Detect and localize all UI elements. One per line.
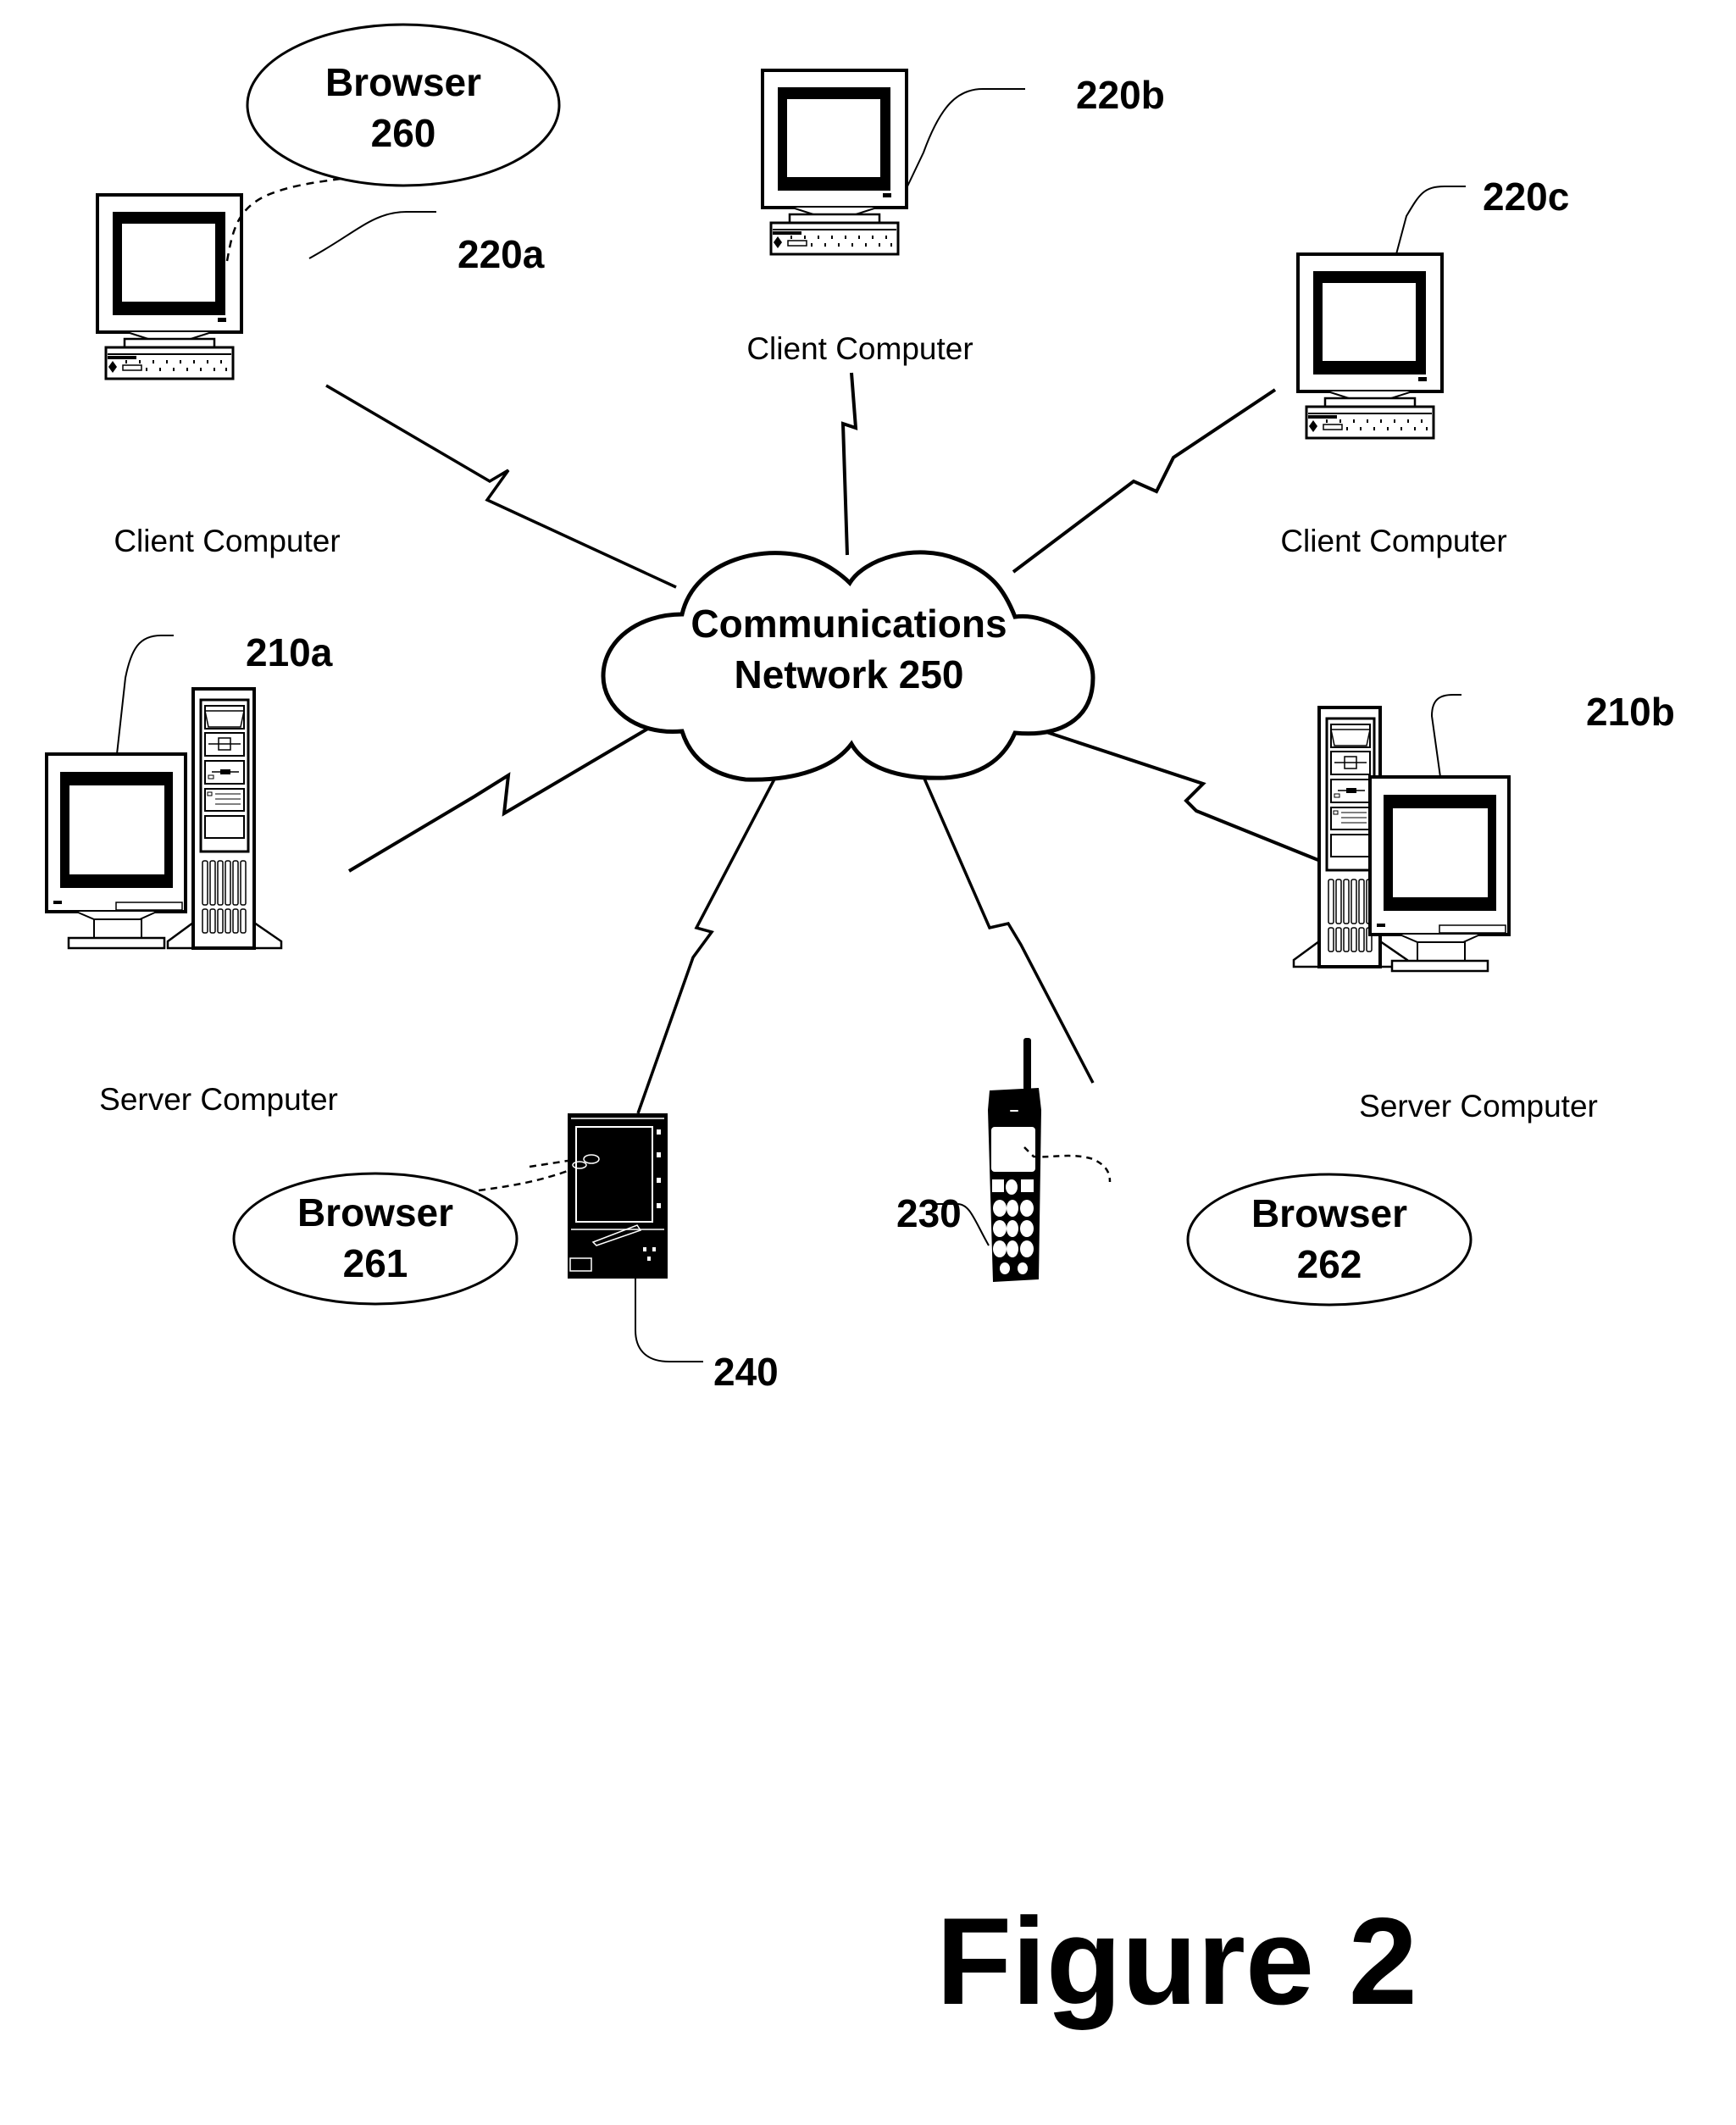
client-computer-220c: 220c Client Computer <box>1280 175 1569 558</box>
pda-icon <box>563 1113 668 1279</box>
ref-label-210a: 210a <box>246 630 333 674</box>
server-label-210b: Server Computer <box>1359 1089 1598 1124</box>
client-computer-220b: 220b Client Computer <box>746 69 1165 366</box>
monitor-icon <box>1368 775 1511 973</box>
browser-262-line1: Browser <box>1251 1191 1407 1235</box>
ref-label-230: 230 <box>896 1191 962 1235</box>
ref-label-220a: 220a <box>458 232 545 276</box>
browser-260: Browser 260 <box>225 23 561 262</box>
browser-261: Browser 261 <box>232 1169 568 1306</box>
link-210a <box>347 714 671 873</box>
client-label-220a: Client Computer <box>114 524 340 558</box>
mobile-phone-icon <box>988 1038 1041 1282</box>
server-label-210a: Server Computer <box>99 1082 338 1117</box>
client-computer-220a: 220a Client Computer <box>96 193 545 558</box>
browser-262: Browser 262 <box>1023 1146 1473 1307</box>
communications-network-cloud: Communications Network 250 <box>601 550 1095 782</box>
link-240 <box>636 772 779 1114</box>
ref-label-220b: 220b <box>1076 73 1165 117</box>
network-label-line1: Communications <box>691 602 1007 646</box>
network-label-line2: Network 250 <box>734 652 963 696</box>
desktop-computer-icon <box>96 193 243 380</box>
desktop-computer-icon <box>1296 252 1444 440</box>
monitor-icon <box>45 752 187 950</box>
server-computer-210b: 210b Server Computer <box>1292 690 1675 1124</box>
link-220c <box>1012 388 1277 574</box>
client-label-220b: Client Computer <box>746 331 973 366</box>
figure-caption: Figure 2 <box>936 1892 1417 2030</box>
ref-label-220c: 220c <box>1483 175 1569 219</box>
link-210b <box>1023 723 1351 874</box>
client-label-220c: Client Computer <box>1280 524 1506 558</box>
link-220a <box>325 384 677 589</box>
browser-261-line1: Browser <box>297 1190 453 1234</box>
desktop-computer-icon <box>761 69 908 256</box>
link-230 <box>920 772 1095 1084</box>
browser-260-line1: Browser <box>325 60 481 104</box>
browser-262-line2: 262 <box>1297 1242 1362 1286</box>
server-computer-210a: 210a Server Computer <box>45 630 338 1117</box>
pda-device-240: 240 <box>529 1113 779 1394</box>
browser-261-line2: 261 <box>343 1241 408 1285</box>
ref-label-240: 240 <box>713 1350 779 1394</box>
network-diagram: Communications Network 250 220a Client C… <box>45 23 1675 2030</box>
mobile-phone-230: 230 <box>896 1038 1041 1282</box>
ref-label-210b: 210b <box>1586 690 1675 734</box>
browser-260-line2: 260 <box>371 111 436 155</box>
link-220b <box>840 372 858 556</box>
